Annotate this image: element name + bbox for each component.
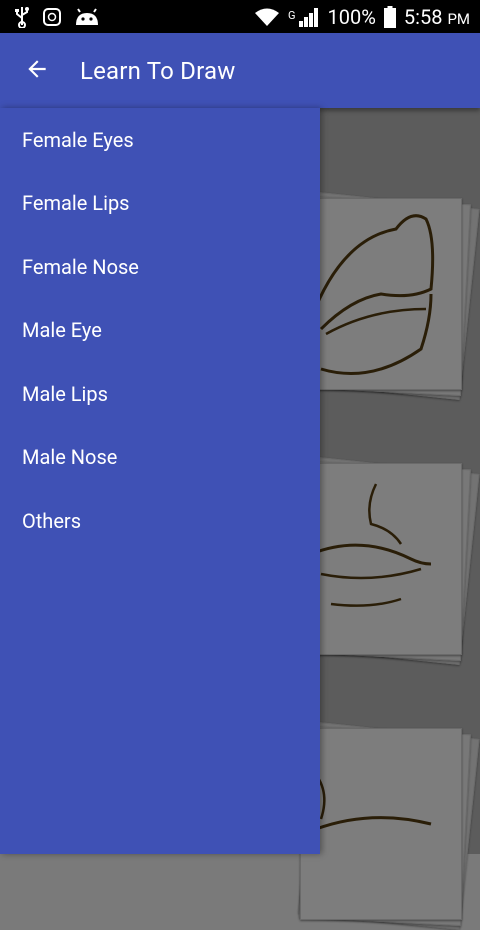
drawer-item-male-eye[interactable]: Male Eye [0, 299, 320, 363]
app-toolbar: Learn To Draw [0, 33, 480, 108]
usb-icon [14, 6, 30, 28]
drawer-item-label: Female Lips [22, 191, 130, 216]
drawer-item-label: Male Eye [22, 318, 102, 343]
drawing-card[interactable] [298, 192, 480, 400]
android-debug-icon [74, 7, 100, 27]
drawer-item-male-nose[interactable]: Male Nose [0, 426, 320, 490]
app-notification-icon [42, 7, 62, 27]
drawer-menu: Female Eyes Female Lips Female Nose Male… [0, 108, 320, 553]
navigation-drawer: Female Eyes Female Lips Female Nose Male… [0, 108, 320, 854]
battery-percent: 100% [327, 4, 376, 29]
network-type-label: G [288, 8, 296, 22]
cell-signal-icon: G [288, 7, 320, 27]
lips-drawing-thumbnail [300, 728, 462, 920]
drawer-item-label: Male Nose [22, 445, 118, 470]
clock-time: 5:58 [403, 4, 443, 29]
drawer-item-female-nose[interactable]: Female Nose [0, 235, 320, 299]
drawer-item-label: Others [22, 508, 82, 533]
notification-icons [0, 6, 100, 28]
drawer-item-female-lips[interactable]: Female Lips [0, 172, 320, 236]
drawer-item-male-lips[interactable]: Male Lips [0, 362, 320, 426]
back-button[interactable] [0, 33, 74, 108]
system-status-icons: G 100% 5:58 PM [254, 5, 480, 29]
drawer-item-label: Female Nose [22, 254, 139, 279]
drawing-card[interactable] [298, 722, 480, 930]
drawing-card[interactable] [298, 457, 480, 665]
lips-drawing-thumbnail [300, 463, 462, 655]
clock: 5:58 PM [404, 5, 470, 29]
drawer-item-label: Male Lips [22, 381, 108, 406]
status-bar: G 100% 5:58 PM [0, 0, 480, 33]
drawer-item-others[interactable]: Others [0, 489, 320, 553]
drawer-item-female-eyes[interactable]: Female Eyes [0, 108, 320, 172]
clock-suffix: PM [447, 9, 470, 28]
lips-drawing-thumbnail [300, 198, 462, 390]
battery-icon [383, 5, 396, 28]
drawer-item-label: Female Eyes [22, 127, 134, 152]
page-title: Learn To Draw [80, 56, 236, 85]
wifi-icon [254, 7, 280, 27]
arrow-left-icon [24, 56, 50, 86]
